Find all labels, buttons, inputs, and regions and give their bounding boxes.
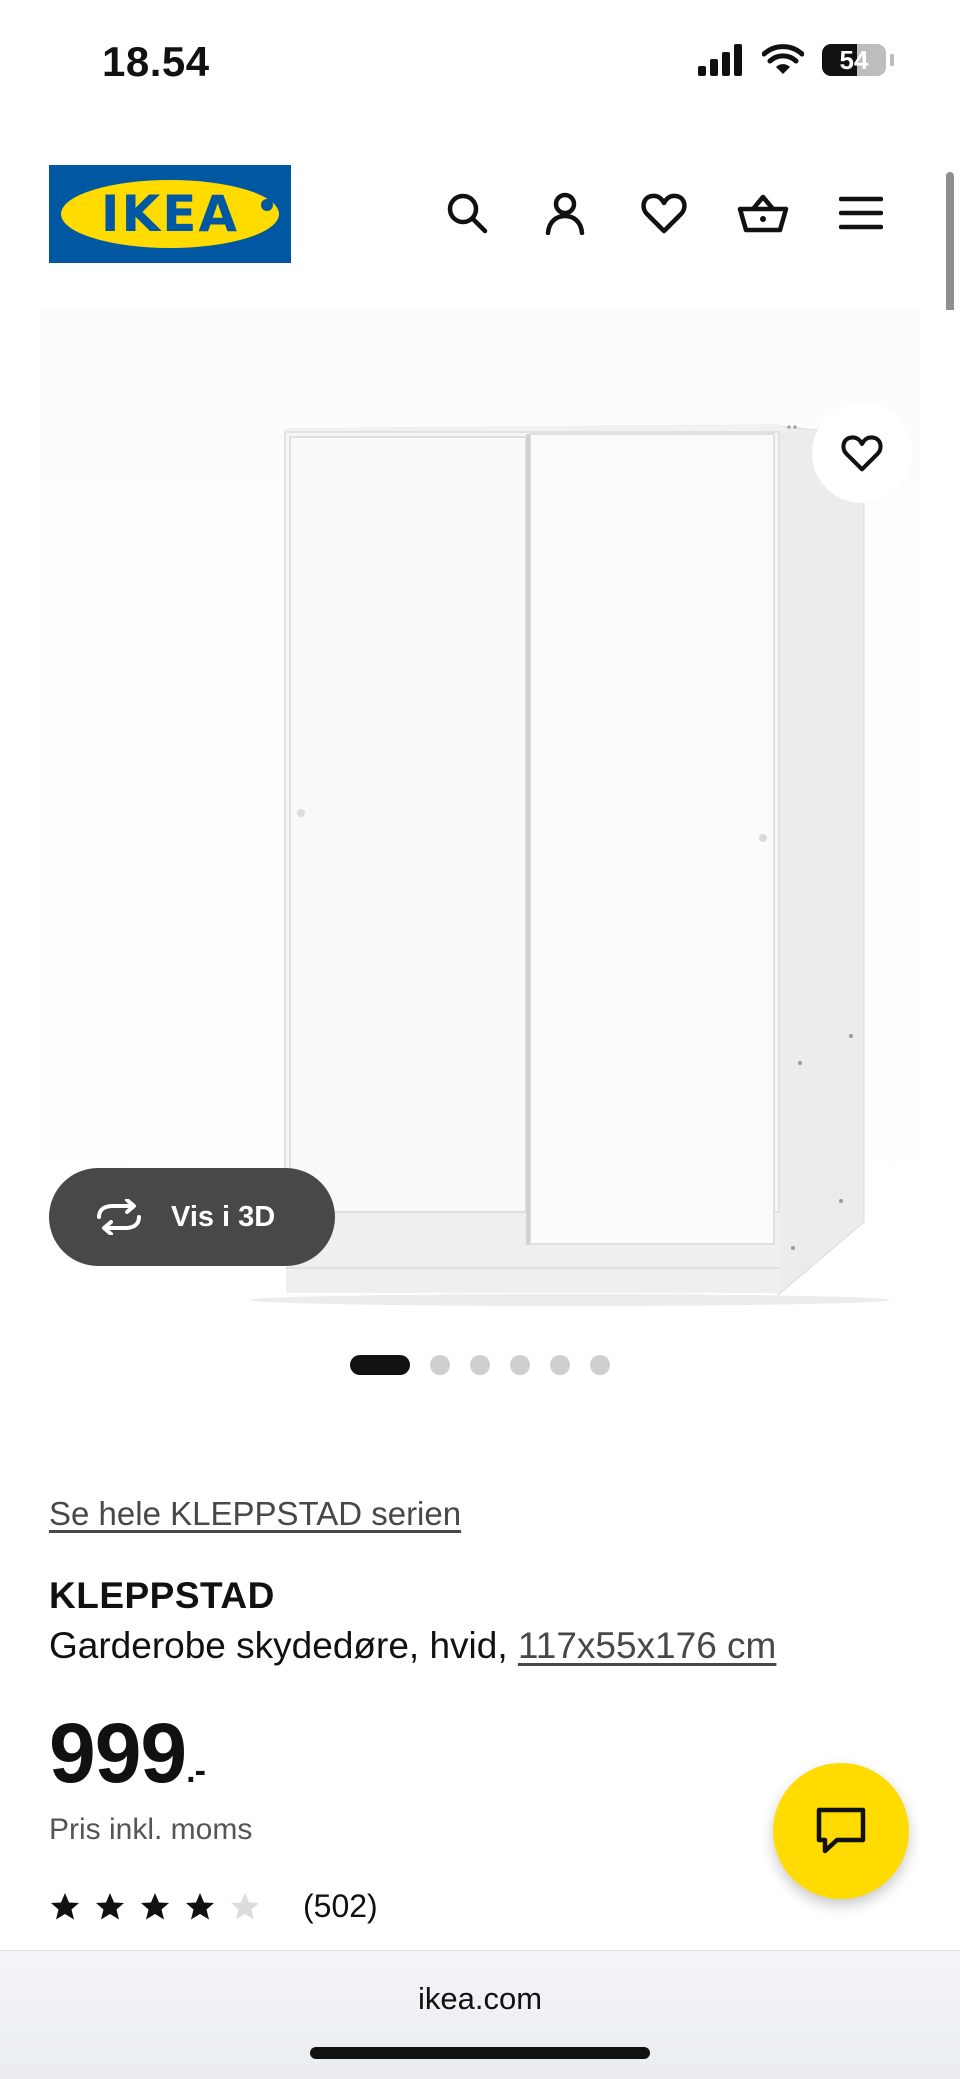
status-icons: 54 xyxy=(698,44,894,76)
gallery-dot[interactable] xyxy=(430,1355,450,1375)
battery-level: 54 xyxy=(839,45,869,75)
product-description-text: Garderobe skydedøre, hvid, xyxy=(49,1625,518,1666)
logo-registered-mark xyxy=(261,199,273,211)
search-button[interactable] xyxy=(437,183,497,243)
rating-stars xyxy=(49,1891,261,1923)
star-empty-icon xyxy=(231,1892,259,1919)
view-in-3d-button[interactable]: Vis i 3D xyxy=(49,1168,335,1266)
site-header: IKEA xyxy=(0,160,960,270)
gallery-pagination[interactable] xyxy=(0,1355,960,1375)
price-suffix: .- xyxy=(186,1752,206,1790)
star-filled-icon xyxy=(51,1892,79,1919)
gallery-dot[interactable] xyxy=(470,1355,490,1375)
product-dimensions-link[interactable]: 117x55x176 cm xyxy=(518,1625,776,1666)
star-filled-icon xyxy=(141,1892,169,1919)
gallery-dot[interactable] xyxy=(590,1355,610,1375)
series-link[interactable]: Se hele KLEPPSTAD serien xyxy=(49,1495,461,1533)
search-icon xyxy=(447,193,488,234)
rotate-3d-icon xyxy=(97,1199,141,1235)
home-indicator[interactable] xyxy=(310,2047,650,2059)
product-price: 999.- xyxy=(49,1705,206,1802)
star-filled-icon xyxy=(96,1892,124,1919)
ikea-logo[interactable]: IKEA xyxy=(49,165,291,263)
heart-icon xyxy=(641,193,687,234)
view-in-3d-label: Vis i 3D xyxy=(171,1200,276,1233)
status-bar: 18.54 54 xyxy=(0,0,960,120)
price-vat-note: Pris inkl. moms xyxy=(49,1813,253,1846)
menu-button[interactable] xyxy=(831,183,891,243)
gallery-dot[interactable] xyxy=(350,1355,410,1375)
add-to-wishlist-button[interactable] xyxy=(812,403,912,503)
review-count: (502) xyxy=(303,1888,378,1924)
basket-icon xyxy=(737,194,789,233)
chat-button[interactable] xyxy=(773,1763,909,1899)
product-description: Garderobe skydedøre, hvid, 117x55x176 cm xyxy=(49,1625,776,1667)
gallery-dot[interactable] xyxy=(510,1355,530,1375)
account-icon xyxy=(545,192,585,235)
chat-icon xyxy=(816,1807,866,1854)
battery-icon: 54 xyxy=(822,44,886,76)
product-rating[interactable]: (502) xyxy=(49,1888,378,1925)
product-gallery[interactable]: Vis i 3D xyxy=(0,310,960,1375)
basket-button[interactable] xyxy=(733,183,793,243)
product-name: KLEPPSTAD xyxy=(49,1575,275,1616)
url-text[interactable]: ikea.com xyxy=(0,1981,960,2017)
star-filled-icon xyxy=(186,1892,214,1919)
menu-icon xyxy=(839,196,883,230)
heart-icon xyxy=(841,435,883,472)
battery-cap xyxy=(890,54,894,66)
wishlist-button[interactable] xyxy=(634,183,694,243)
logo-text: IKEA xyxy=(100,185,240,243)
account-button[interactable] xyxy=(535,183,595,243)
status-time: 18.54 xyxy=(102,38,210,85)
price-value: 999 xyxy=(49,1706,187,1800)
cellular-signal-icon xyxy=(698,44,742,76)
browser-url-bar[interactable]: ikea.com xyxy=(0,1950,960,2079)
wifi-icon xyxy=(762,44,804,74)
gallery-dot[interactable] xyxy=(550,1355,570,1375)
